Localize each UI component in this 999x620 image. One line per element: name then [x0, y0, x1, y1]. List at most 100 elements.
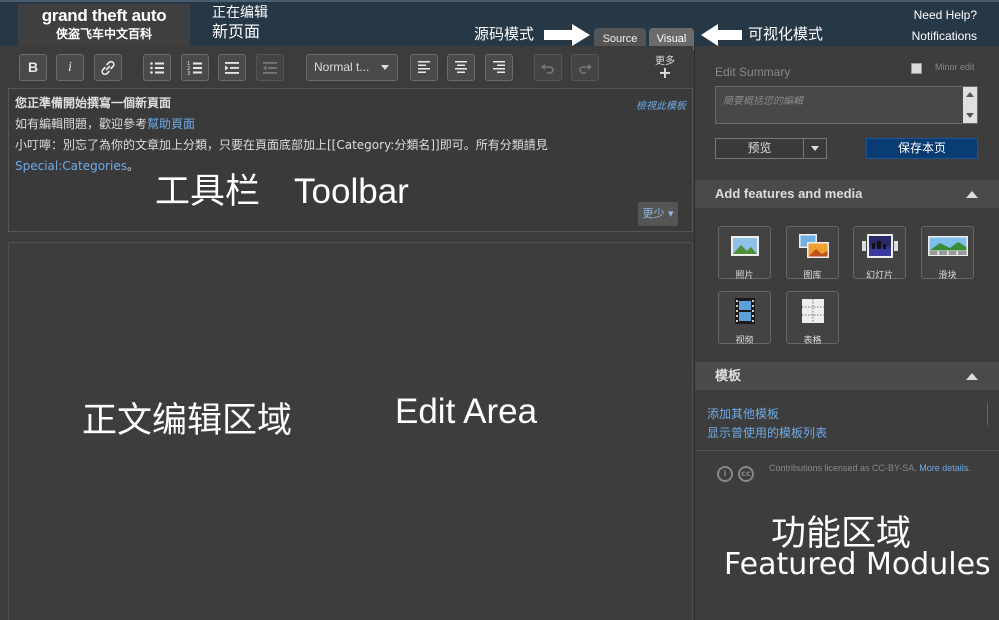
templates-section-title: 模板 — [715, 369, 742, 384]
outdent-button[interactable] — [256, 54, 284, 81]
media-section-header[interactable]: Add features and media — [695, 180, 999, 208]
page-title: 新页面 — [212, 22, 261, 41]
cc-icons: i cc — [717, 461, 759, 482]
gallery-label: 图库 — [803, 271, 822, 281]
link-button[interactable] — [94, 54, 122, 81]
redo-icon — [579, 64, 592, 74]
logo-subtitle: 侠盗飞车中文百科 — [55, 27, 152, 41]
photo-icon — [730, 236, 759, 256]
align-center-button[interactable] — [447, 54, 475, 81]
arrow-left-icon — [701, 24, 742, 46]
preview-dropdown-button[interactable] — [804, 138, 827, 159]
numbered-list-icon: 123 — [187, 61, 202, 77]
used-templates-link[interactable]: 显示曾使用的模板列表 — [707, 424, 827, 441]
license-more-link[interactable]: More details. — [919, 463, 971, 473]
outdent-icon — [263, 62, 277, 74]
add-template-link[interactable]: 添加其他模板 — [707, 405, 779, 422]
help-page-link[interactable]: 幫助頁面 — [147, 117, 195, 131]
show-less-button[interactable]: 更少 ▾ — [638, 202, 678, 226]
annotation-feature-en: Featured Modules — [724, 547, 991, 582]
notifications-link[interactable]: Notifications — [912, 29, 977, 43]
indent-button[interactable] — [218, 54, 246, 81]
logo-title: grand theft auto — [41, 6, 167, 25]
bullet-list-button[interactable] — [143, 54, 171, 81]
preview-button[interactable]: 预览 — [715, 138, 804, 159]
caret-icon: ▾ — [667, 207, 674, 220]
video-label: 视频 — [735, 336, 754, 346]
edit-summary-label: Edit Summary — [715, 65, 791, 79]
save-page-button[interactable]: 保存本页 — [866, 138, 978, 159]
right-panel: Edit Summary Minor edit 簡要概括您的編輯 预览 保存本页… — [694, 46, 999, 620]
templates-section-header[interactable]: 模板 — [695, 362, 999, 390]
video-icon — [734, 298, 755, 324]
svg-text:3: 3 — [187, 71, 190, 76]
minor-edit-checkbox[interactable] — [911, 63, 922, 74]
paragraph-format-select[interactable]: Normal t... — [306, 54, 398, 81]
scroll-down-icon — [966, 113, 974, 118]
italic-icon: i — [68, 60, 72, 75]
collapse-icon — [966, 191, 978, 198]
gallery-icon — [798, 234, 829, 258]
license-text: Contributions licensed as CC-BY-SA. More… — [769, 463, 971, 473]
add-table-button[interactable]: 表格 — [786, 291, 839, 346]
edit-summary-input[interactable]: 簡要概括您的編輯 — [715, 86, 978, 124]
special-categories-link[interactable]: Special:Categories — [15, 159, 127, 173]
top-header: grand theft auto 侠盗飞车中文百科 正在编辑 新页面 源码模式 … — [0, 0, 999, 50]
slider-icon — [927, 236, 968, 256]
site-logo[interactable]: grand theft auto 侠盗飞车中文百科 — [18, 4, 190, 46]
bullet-list-icon — [150, 62, 164, 74]
editing-label: 正在编辑 — [212, 5, 268, 21]
scroll-up-icon — [966, 92, 974, 97]
indent-icon — [225, 62, 239, 74]
need-help-link[interactable]: Need Help? — [914, 8, 977, 22]
align-left-button[interactable] — [410, 54, 438, 81]
collapse-icon — [966, 373, 978, 380]
italic-button[interactable]: i — [56, 54, 84, 81]
notice-title: 您正準備開始撰寫一個新頁面 — [15, 96, 172, 110]
cc-by-icon: i — [717, 466, 733, 482]
annotation-visual-mode: 可视化模式 — [748, 25, 824, 43]
add-video-button[interactable]: 视频 — [718, 291, 771, 346]
slideshow-icon — [861, 234, 898, 258]
annotation-toolbar: 工具栏 Toolbar — [155, 163, 409, 214]
numbered-list-button[interactable]: 123 — [181, 54, 209, 81]
slideshow-label: 幻灯片 — [865, 271, 893, 281]
bold-icon: B — [27, 59, 39, 75]
media-section-title: Add features and media — [715, 186, 863, 201]
slider-label: 滑块 — [938, 271, 957, 281]
align-center-icon — [455, 61, 467, 73]
summary-scrollbar[interactable] — [963, 87, 977, 123]
summary-placeholder: 簡要概括您的編輯 — [723, 96, 803, 107]
align-right-icon — [493, 61, 505, 73]
redo-button[interactable] — [571, 54, 599, 81]
bold-button[interactable]: B — [19, 54, 47, 81]
format-value: Normal t... — [314, 60, 370, 74]
add-gallery-button[interactable]: 图库 — [786, 226, 839, 281]
notice-help-line: 如有編輯問題，歡迎參考幫助頁面 — [15, 116, 195, 132]
add-slideshow-button[interactable]: 幻灯片 — [853, 226, 906, 281]
notice-category-tip: 小叮嚀：別忘了為你的文章加上分類，只要在頁面底部加上[[Category:分類名… — [15, 138, 548, 152]
more-tools-button[interactable]: 更多 + — [652, 56, 678, 82]
link-icon — [101, 60, 115, 76]
license-statement: Contributions licensed as CC-BY-SA. — [769, 463, 917, 473]
minor-edit-label: Minor edit — [935, 62, 975, 72]
chevron-down-icon — [811, 146, 819, 151]
editor-toolbar: B i 123 Normal t... 更多 + — [0, 46, 693, 88]
notice-help-text: 如有編輯問題，歡迎參考 — [15, 117, 148, 131]
align-left-icon — [418, 61, 430, 73]
template-divider — [987, 403, 988, 425]
table-label: 表格 — [803, 336, 822, 346]
cc-icon: cc — [738, 466, 754, 482]
annotation-source-mode: 源码模式 — [474, 25, 535, 43]
show-less-label: 更少 — [642, 207, 665, 220]
undo-icon — [541, 64, 554, 74]
annotation-toolbar-cn: 工具栏 — [155, 172, 261, 212]
view-template-link[interactable]: 檢視此模板 — [636, 97, 686, 112]
add-slider-button[interactable]: 滑块 — [921, 226, 974, 281]
annotation-toolbar-en: Toolbar — [294, 172, 409, 211]
align-right-button[interactable] — [485, 54, 513, 81]
plus-icon: + — [658, 63, 672, 82]
undo-button[interactable] — [534, 54, 562, 81]
notice-suffix: 。 — [126, 159, 139, 173]
add-photo-button[interactable]: 照片 — [718, 226, 771, 281]
